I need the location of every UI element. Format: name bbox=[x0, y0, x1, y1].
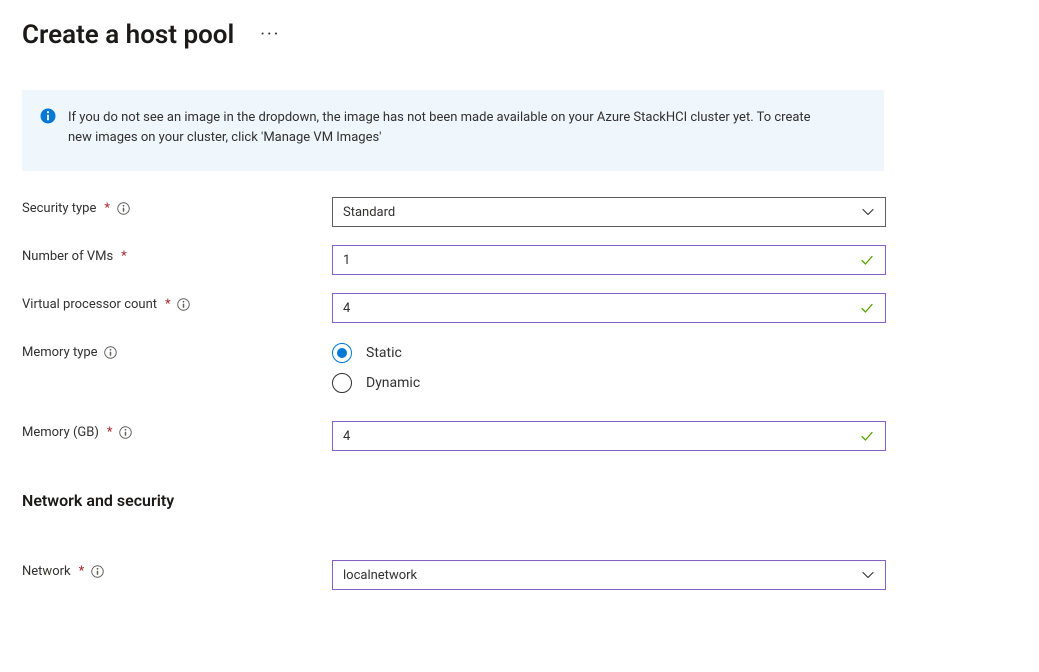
memory-gb-value: 4 bbox=[343, 429, 859, 444]
memory-type-radio-group: Static Dynamic bbox=[332, 341, 886, 393]
info-icon[interactable] bbox=[90, 565, 104, 579]
memory-type-dynamic-label: Dynamic bbox=[366, 375, 420, 391]
vcpu-count-input[interactable]: 4 bbox=[332, 293, 886, 323]
network-label: Network bbox=[22, 564, 71, 579]
info-icon[interactable] bbox=[177, 298, 191, 312]
memory-gb-input[interactable]: 4 bbox=[332, 421, 886, 451]
required-asterisk: * bbox=[104, 201, 110, 216]
required-asterisk: * bbox=[79, 564, 85, 579]
memory-type-label: Memory type bbox=[22, 345, 98, 360]
memory-type-static-radio[interactable]: Static bbox=[332, 343, 886, 363]
number-of-vms-input[interactable]: 1 bbox=[332, 245, 886, 275]
info-icon[interactable] bbox=[116, 202, 130, 216]
vcpu-count-label: Virtual processor count bbox=[22, 297, 157, 312]
memory-gb-label: Memory (GB) bbox=[22, 425, 99, 440]
check-icon bbox=[859, 252, 875, 268]
required-asterisk: * bbox=[121, 249, 127, 264]
vcpu-count-value: 4 bbox=[343, 301, 859, 316]
security-type-value: Standard bbox=[343, 205, 395, 220]
security-type-label: Security type bbox=[22, 201, 96, 216]
chevron-down-icon bbox=[861, 205, 875, 219]
memory-type-static-label: Static bbox=[366, 345, 402, 361]
number-of-vms-value: 1 bbox=[343, 253, 859, 268]
info-icon[interactable] bbox=[119, 426, 133, 440]
info-banner: If you do not see an image in the dropdo… bbox=[22, 90, 884, 171]
info-icon[interactable] bbox=[104, 346, 118, 360]
number-of-vms-label: Number of VMs bbox=[22, 249, 113, 264]
page-title: Create a host pool bbox=[22, 20, 234, 50]
info-icon bbox=[40, 108, 56, 124]
memory-type-dynamic-radio[interactable]: Dynamic bbox=[332, 373, 886, 393]
required-asterisk: * bbox=[107, 425, 113, 440]
check-icon bbox=[859, 428, 875, 444]
info-banner-text: If you do not see an image in the dropdo… bbox=[68, 108, 828, 147]
radio-icon bbox=[332, 373, 352, 393]
security-type-select[interactable]: Standard bbox=[332, 197, 886, 227]
radio-icon bbox=[332, 343, 352, 363]
network-value: localnetwork bbox=[343, 568, 417, 583]
network-security-heading: Network and security bbox=[22, 491, 1017, 510]
chevron-down-icon bbox=[861, 568, 875, 582]
network-select[interactable]: localnetwork bbox=[332, 560, 886, 590]
check-icon bbox=[859, 300, 875, 316]
required-asterisk: * bbox=[165, 297, 171, 312]
more-actions-button[interactable]: ··· bbox=[254, 22, 286, 48]
